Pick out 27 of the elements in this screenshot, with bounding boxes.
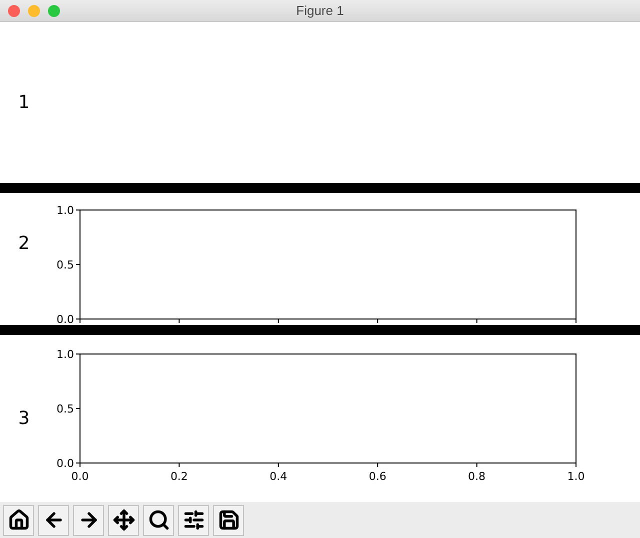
x-tick-label: 0.6 [368, 470, 386, 482]
home-icon [8, 509, 30, 531]
move-icon [112, 509, 134, 531]
x-tick-label: 0.2 [170, 470, 188, 482]
configure-button[interactable] [178, 504, 209, 536]
save-button[interactable] [213, 504, 244, 536]
home-button[interactable] [3, 504, 34, 536]
y-tick-label: 0.0 [56, 456, 74, 470]
y-tick-label: 1.0 [56, 204, 74, 217]
y-tick-label: 0.5 [56, 258, 74, 272]
y-tick-label: 1.0 [56, 348, 74, 360]
x-tick-label: 1.0 [567, 470, 585, 482]
panel-label: 1 [17, 92, 31, 113]
x-tick-label: 0.0 [71, 470, 89, 482]
y-tick-label: 0.5 [56, 402, 74, 415]
window-title: Figure 1 [296, 3, 344, 18]
search-icon [148, 509, 170, 531]
panel-label: 3 [17, 408, 31, 429]
x-tick-label: 0.8 [468, 470, 486, 482]
back-button[interactable] [38, 504, 69, 536]
zoom-button[interactable] [143, 504, 174, 536]
forward-button[interactable] [73, 504, 104, 536]
x-tick-label: 0.4 [270, 470, 288, 482]
panel-label: 2 [17, 233, 31, 254]
sliders-icon [182, 509, 204, 531]
y-tick-label: 0.0 [56, 313, 74, 325]
pan-button[interactable] [108, 504, 139, 536]
